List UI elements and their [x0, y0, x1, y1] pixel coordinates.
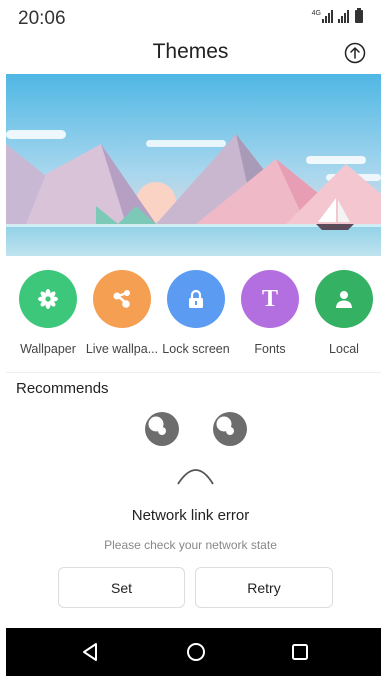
font-T-icon: T: [261, 285, 278, 312]
category-label: Local: [329, 342, 359, 356]
status-bar: 20:06 4G: [0, 0, 381, 36]
category-wallpaper[interactable]: Wallpaper: [10, 270, 86, 356]
person-icon: [336, 291, 352, 308]
network-type-label: 4G: [311, 10, 321, 17]
category-fonts[interactable]: T Fonts: [232, 270, 308, 356]
category-label: Live wallpa...: [85, 342, 159, 356]
back-icon[interactable]: [76, 638, 104, 666]
home-icon[interactable]: [182, 638, 210, 666]
signal-icon: [322, 10, 333, 23]
divider: [6, 372, 381, 373]
upload-icon[interactable]: [344, 42, 366, 64]
page-title: Themes: [152, 40, 229, 63]
sad-face-illustration: [145, 412, 247, 485]
status-icons: 4G: [311, 8, 363, 23]
error-message: Please check your network state: [104, 538, 277, 552]
lock-icon: [189, 289, 203, 308]
wallpaper-button[interactable]: [19, 270, 77, 328]
status-time: 20:06: [18, 8, 66, 29]
recent-apps-icon[interactable]: [286, 638, 314, 666]
category-row: Wallpaper Live wallpa... Lock screen T F…: [0, 270, 381, 360]
category-label: Wallpaper: [20, 342, 76, 356]
category-label: Fonts: [254, 342, 286, 356]
battery-icon: [355, 8, 363, 23]
category-local[interactable]: Local: [306, 270, 381, 356]
navigation-bar: [6, 628, 381, 676]
fonts-button[interactable]: T: [241, 270, 299, 328]
lock-screen-button[interactable]: [167, 270, 225, 328]
retry-button[interactable]: Retry: [195, 567, 333, 608]
error-title: Network link error: [131, 507, 250, 524]
category-live-wallpaper[interactable]: Live wallpa...: [84, 270, 160, 356]
local-button[interactable]: [315, 270, 373, 328]
banner-image[interactable]: [6, 74, 381, 256]
set-button[interactable]: Set: [58, 567, 185, 608]
section-heading: Recommends: [16, 380, 109, 397]
live-wallpaper-button[interactable]: [93, 270, 151, 328]
category-lock-screen[interactable]: Lock screen: [158, 270, 234, 356]
category-label: Lock screen: [162, 342, 230, 356]
share-nodes-icon: [113, 290, 130, 308]
signal-icon-2: [338, 10, 349, 23]
flower-icon: [38, 289, 58, 309]
